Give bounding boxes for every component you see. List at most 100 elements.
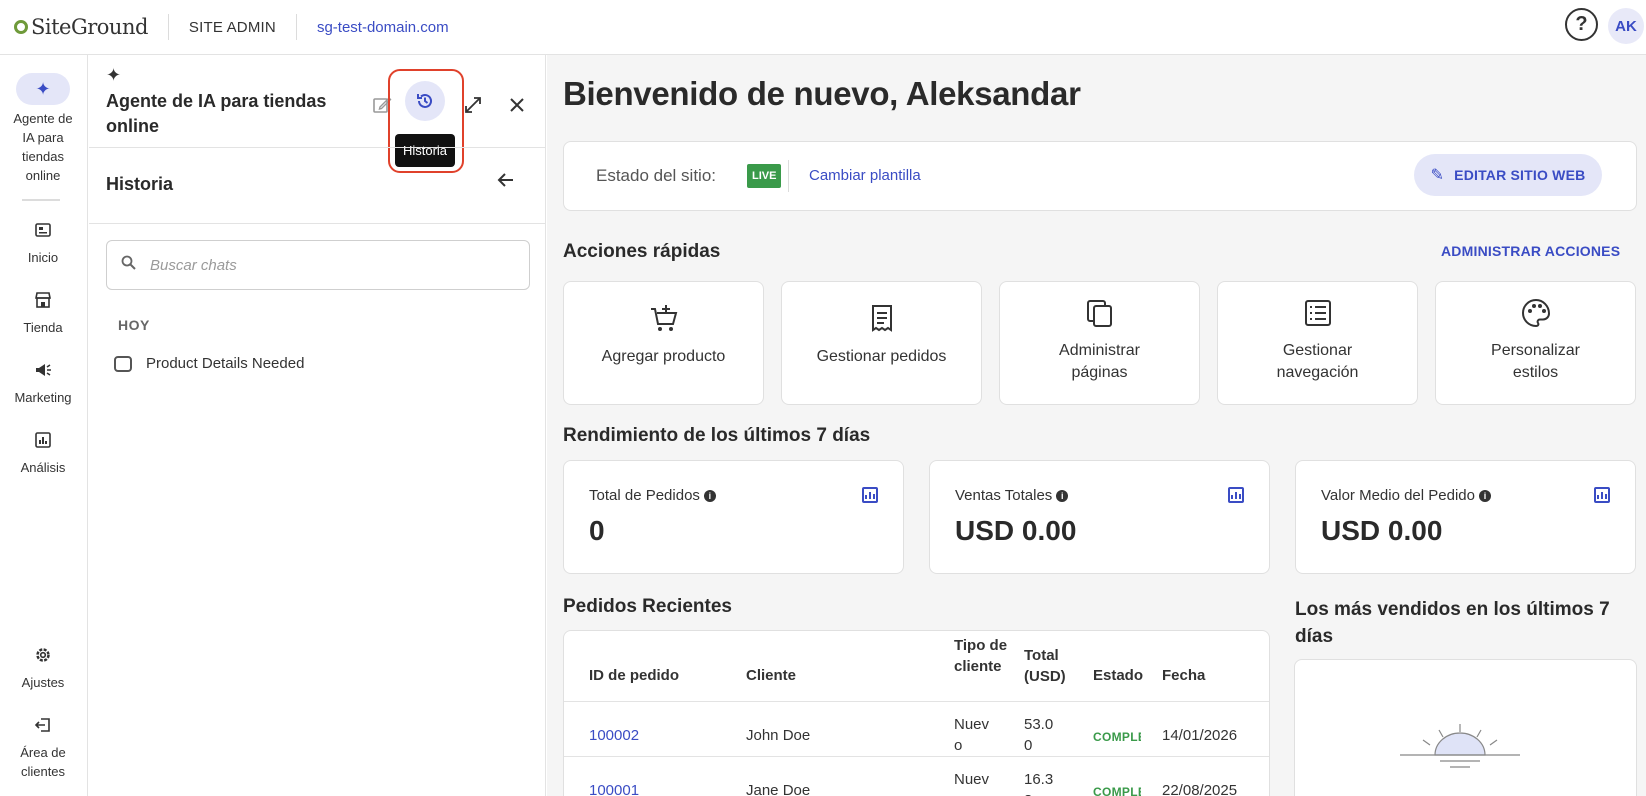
bar-chart-icon[interactable]	[862, 487, 878, 503]
info-icon[interactable]: i	[703, 489, 716, 502]
chat-list-item[interactable]: Product Details Needed	[114, 355, 304, 372]
siteground-logo[interactable]: SiteGround	[14, 15, 148, 39]
nav-item-area-clientes[interactable]: Área de clientes	[0, 715, 86, 781]
receipt-icon	[865, 302, 899, 336]
nav-item-label: Análisis	[20, 460, 66, 475]
help-icon: ?	[1575, 13, 1588, 35]
list-icon	[1301, 296, 1335, 330]
metric-card-total-sales: Ventas Totales i USD 0.00	[929, 460, 1270, 574]
order-date: 22/08/2025	[1162, 782, 1238, 796]
user-avatar[interactable]: AK	[1608, 8, 1644, 44]
bot-icon	[114, 355, 132, 372]
edit-site-button[interactable]: ✎ EDITAR SITIO WEB	[1414, 154, 1602, 196]
column-header-client: Cliente	[746, 667, 797, 684]
order-client-type: Nuevo	[954, 716, 990, 754]
close-button[interactable]	[503, 91, 531, 119]
order-client-type: Nuevo	[954, 771, 990, 796]
quick-action-label: Agregar producto	[601, 348, 726, 365]
order-date: 14/01/2026	[1162, 727, 1238, 744]
nav-item-tienda[interactable]: Tienda	[0, 290, 86, 337]
order-status: COMPLETADO	[1093, 785, 1141, 796]
nav-divider	[22, 199, 60, 201]
nav-item-label: Área de clientes	[20, 745, 66, 779]
performance-title: Rendimiento de los últimos 7 días	[563, 425, 871, 446]
metric-label: Ventas Totales i	[955, 487, 1069, 504]
arrow-left-icon	[497, 173, 513, 187]
sparkle-icon: ✦	[16, 73, 70, 105]
order-id-link[interactable]: 100001	[589, 780, 639, 796]
quick-action-label: Personalizar estilos	[1491, 342, 1580, 381]
order-client: Jane Doe	[746, 782, 811, 796]
quick-action-label: Gestionar navegación	[1276, 342, 1359, 381]
search-chats-input[interactable]	[150, 256, 510, 274]
nav-item-label: Inicio	[27, 250, 59, 265]
store-icon	[33, 290, 53, 310]
column-header-type: Tipo de cliente	[954, 637, 1008, 675]
nav-item-inicio[interactable]: Inicio	[0, 220, 86, 267]
search-chats-field[interactable]	[106, 240, 530, 290]
info-icon[interactable]: i	[1056, 489, 1069, 502]
history-icon	[417, 93, 432, 108]
gear-icon	[33, 645, 53, 665]
column-header-id: ID de pedido	[589, 667, 679, 684]
divider	[89, 223, 546, 224]
domain-link[interactable]: sg-test-domain.com	[317, 19, 449, 36]
panel-title: Agente de IA para tiendas online	[106, 91, 327, 136]
search-icon	[121, 255, 136, 275]
metric-value: USD 0.00	[955, 515, 1077, 546]
dashboard-icon	[33, 220, 53, 240]
recent-orders-title: Pedidos Recientes	[563, 596, 732, 617]
chat-title: Product Details Needed	[146, 355, 305, 372]
quick-action-label: Administrar páginas	[1059, 342, 1140, 381]
column-header-status: Estado	[1093, 667, 1144, 684]
metric-value: 0	[589, 515, 605, 546]
nav-item-ajustes[interactable]: Ajustes	[0, 645, 86, 692]
info-icon[interactable]: i	[1478, 489, 1491, 502]
help-button[interactable]: ?	[1565, 8, 1598, 41]
column-header-date: Fecha	[1162, 667, 1206, 684]
divider	[564, 701, 1269, 702]
quick-action-customize-styles[interactable]: Personalizar estilos	[1435, 281, 1636, 405]
quick-action-manage-navigation[interactable]: Gestionar navegación	[1217, 281, 1418, 405]
sparkle-icon: ✦	[106, 65, 122, 85]
bar-chart-icon[interactable]	[1594, 487, 1610, 503]
divider	[295, 14, 297, 40]
order-id-link[interactable]: 100002	[589, 725, 639, 746]
site-status-label: Estado del sitio:	[596, 166, 717, 185]
analytics-icon	[33, 430, 53, 450]
nav-item-label: Marketing	[14, 390, 72, 405]
quick-action-manage-orders[interactable]: Gestionar pedidos	[781, 281, 982, 405]
status-badge: LIVE	[747, 164, 782, 188]
expand-button[interactable]	[459, 91, 487, 119]
change-template-link[interactable]: Cambiar plantilla	[809, 167, 921, 184]
divider	[788, 160, 789, 192]
quick-action-manage-pages[interactable]: Administrar páginas	[999, 281, 1200, 405]
quick-action-add-product[interactable]: Agregar producto	[563, 281, 764, 405]
order-client: John Doe	[746, 727, 811, 744]
manage-actions-link[interactable]: ADMINISTRAR ACCIONES	[1441, 243, 1620, 259]
bar-chart-icon[interactable]	[1228, 487, 1244, 503]
close-icon	[510, 98, 524, 112]
expand-icon	[465, 97, 481, 113]
nav-item-marketing[interactable]: Marketing	[0, 360, 86, 407]
exit-icon	[33, 715, 53, 735]
quick-actions-title: Acciones rápidas	[563, 241, 721, 262]
logo-mark-icon	[14, 20, 28, 34]
back-button[interactable]	[497, 171, 515, 195]
metric-value: USD 0.00	[1321, 515, 1443, 546]
nav-item-label: Agente de IA para tiendas online	[13, 111, 73, 183]
divider	[564, 756, 1269, 757]
divider	[167, 14, 169, 40]
order-status: COMPLETADO	[1093, 730, 1141, 744]
chat-group-label: HOY	[118, 317, 150, 333]
metric-label: Valor Medio del Pedido i	[1321, 487, 1491, 504]
metric-card-average-order-value: Valor Medio del Pedido i USD 0.00	[1295, 460, 1636, 574]
order-total: 53.00	[1024, 716, 1054, 754]
nav-item-analisis[interactable]: Análisis	[0, 430, 86, 477]
palette-icon	[1519, 296, 1553, 330]
history-button[interactable]	[405, 81, 445, 121]
column-header-total: Total (USD)	[1024, 647, 1066, 685]
top-bar: SiteGround SITE ADMIN sg-test-domain.com…	[0, 0, 1646, 55]
nav-item-ai-agent[interactable]: ✦ Agente de IA para tiendas online	[0, 73, 86, 185]
best-sellers-card	[1294, 659, 1637, 796]
